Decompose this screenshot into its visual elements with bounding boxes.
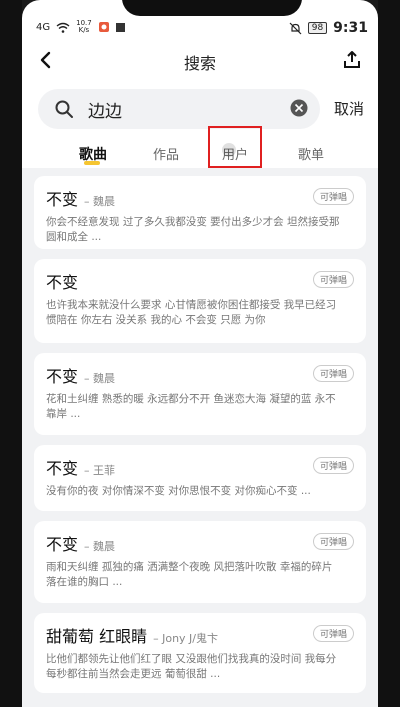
song-result-card[interactable]: 不变 – 王菲 可弹唱 没有你的夜 对你情深不变 对你思恨不变 对你痴心不变 .…: [34, 445, 366, 511]
song-title: 不变: [46, 273, 79, 292]
song-artist: – 王菲: [84, 464, 116, 477]
song-result-card[interactable]: 不变 – 魏晨 可弹唱 雨和天纠缠 孤独的痛 洒满整个夜晚 风把落叶吹散 幸福的…: [34, 521, 366, 603]
cancel-button[interactable]: 取消: [334, 98, 364, 119]
song-lyrics: 比他们都领先让他们红了眼 又没跟他们找我真的没时间 我每分每秒都往前当然会走更远…: [46, 653, 337, 680]
active-tab-indicator: [84, 161, 100, 165]
song-lyrics: 也许我本来就没什么要求 心甘情愿被你困住都接受 我早已经习惯陪在 你左右 没关系…: [46, 299, 337, 326]
song-title: 不变: [46, 535, 79, 554]
battery-indicator: 98: [307, 22, 328, 34]
phone-screen: 4G 10.7 K/s 98 9:31 搜索 边边 取消 歌曲 作品 用户 歌单…: [22, 0, 378, 707]
song-artist: – 魏晨: [84, 372, 116, 385]
sim-indicator: 4G: [36, 21, 51, 33]
playable-badge: 可弹唱: [312, 188, 354, 205]
playable-badge: 可弹唱: [312, 271, 354, 288]
search-icon: [55, 100, 73, 118]
playable-badge: 可弹唱: [312, 625, 354, 642]
search-input[interactable]: 边边: [88, 97, 122, 122]
mute-bell-icon: [289, 22, 302, 34]
playable-badge: 可弹唱: [312, 365, 354, 382]
playable-badge: 可弹唱: [312, 533, 354, 550]
app-notification-icon: [98, 22, 109, 32]
song-result-card[interactable]: 甜葡萄 红眼睛 – Jony J/鬼卞 可弹唱 比他们都领先让他们红了眼 又没跟…: [34, 613, 366, 693]
notification-square-icon: [115, 22, 125, 32]
highlight-box: [208, 126, 262, 168]
phone-frame-right: [378, 0, 400, 707]
network-speed-unit: K/s: [78, 26, 90, 34]
song-artist: – Jony J/鬼卞: [153, 632, 218, 645]
song-title: 不变: [46, 367, 79, 386]
status-bar: 4G 10.7 K/s 98 9:31: [22, 18, 378, 40]
song-title: 不变: [46, 459, 79, 478]
share-icon[interactable]: [342, 50, 362, 70]
song-artist: – 魏晨: [84, 195, 116, 208]
page-header: 搜索: [22, 44, 378, 78]
camera-notch: [122, 0, 302, 16]
page-title: 搜索: [183, 54, 216, 73]
tab-playlists[interactable]: 歌单: [298, 144, 324, 163]
song-lyrics: 花和土纠缠 熟悉的暖 永远都分不开 鱼迷恋大海 凝望的蓝 永不靠岸 ...: [46, 393, 336, 420]
tab-works[interactable]: 作品: [153, 144, 179, 163]
playable-badge: 可弹唱: [312, 457, 354, 474]
song-title: 不变: [46, 190, 79, 209]
song-title: 甜葡萄 红眼睛: [46, 627, 148, 646]
song-lyrics: 你会不经意发现 过了多久我都没变 要付出多少才会 坦然接受那圆和成全 ...: [46, 216, 340, 243]
song-result-card[interactable]: 不变 可弹唱 也许我本来就没什么要求 心甘情愿被你困住都接受 我早已经习惯陪在 …: [34, 259, 366, 343]
results-list: 不变 – 魏晨 可弹唱 你会不经意发现 过了多久我都没变 要付出多少才会 坦然接…: [22, 168, 378, 707]
search-bar[interactable]: 边边: [38, 89, 320, 129]
song-artist: – 魏晨: [84, 540, 116, 553]
song-result-card[interactable]: 不变 – 魏晨 可弹唱 花和土纠缠 熟悉的暖 永远都分不开 鱼迷恋大海 凝望的蓝…: [34, 353, 366, 435]
phone-frame-left: [0, 0, 22, 707]
wifi-icon: [56, 22, 70, 33]
song-lyrics: 没有你的夜 对你情深不变 对你思恨不变 对你痴心不变 ...: [46, 485, 311, 497]
status-time: 9:31: [333, 20, 368, 36]
network-speed: 10.7 K/s: [76, 20, 92, 34]
clear-search-icon[interactable]: [290, 99, 308, 117]
song-result-card[interactable]: 不变 – 魏晨 可弹唱 你会不经意发现 过了多久我都没变 要付出多少才会 坦然接…: [34, 176, 366, 249]
song-lyrics: 雨和天纠缠 孤独的痛 洒满整个夜晚 风把落叶吹散 幸福的碎片 落在谁的胸口 ..…: [46, 561, 333, 588]
